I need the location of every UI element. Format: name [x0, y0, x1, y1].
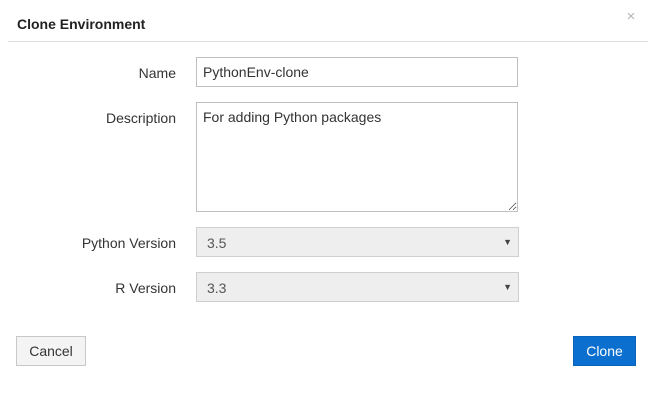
clone-environment-dialog: Clone Environment × Name Description For… — [8, 5, 648, 380]
r-version-select[interactable]: 3.3 ▼ — [196, 272, 519, 302]
r-version-value: 3.3 — [207, 280, 227, 296]
close-icon[interactable]: × — [624, 9, 638, 25]
dialog-title: Clone Environment — [17, 16, 146, 32]
chevron-down-icon: ▼ — [503, 282, 512, 292]
chevron-down-icon: ▼ — [503, 237, 512, 247]
python-version-value: 3.5 — [207, 235, 227, 251]
description-label: Description — [105, 110, 176, 126]
description-textarea[interactable]: For adding Python packages — [196, 102, 518, 212]
python-version-select[interactable]: 3.5 ▼ — [196, 227, 519, 257]
r-version-label: R Version — [115, 280, 176, 296]
cancel-button[interactable]: Cancel — [16, 336, 86, 366]
python-version-label: Python Version — [81, 235, 176, 251]
name-input[interactable] — [196, 57, 518, 87]
clone-button[interactable]: Clone — [573, 336, 636, 366]
name-label: Name — [138, 65, 176, 81]
dialog-header: Clone Environment × — [8, 5, 648, 42]
